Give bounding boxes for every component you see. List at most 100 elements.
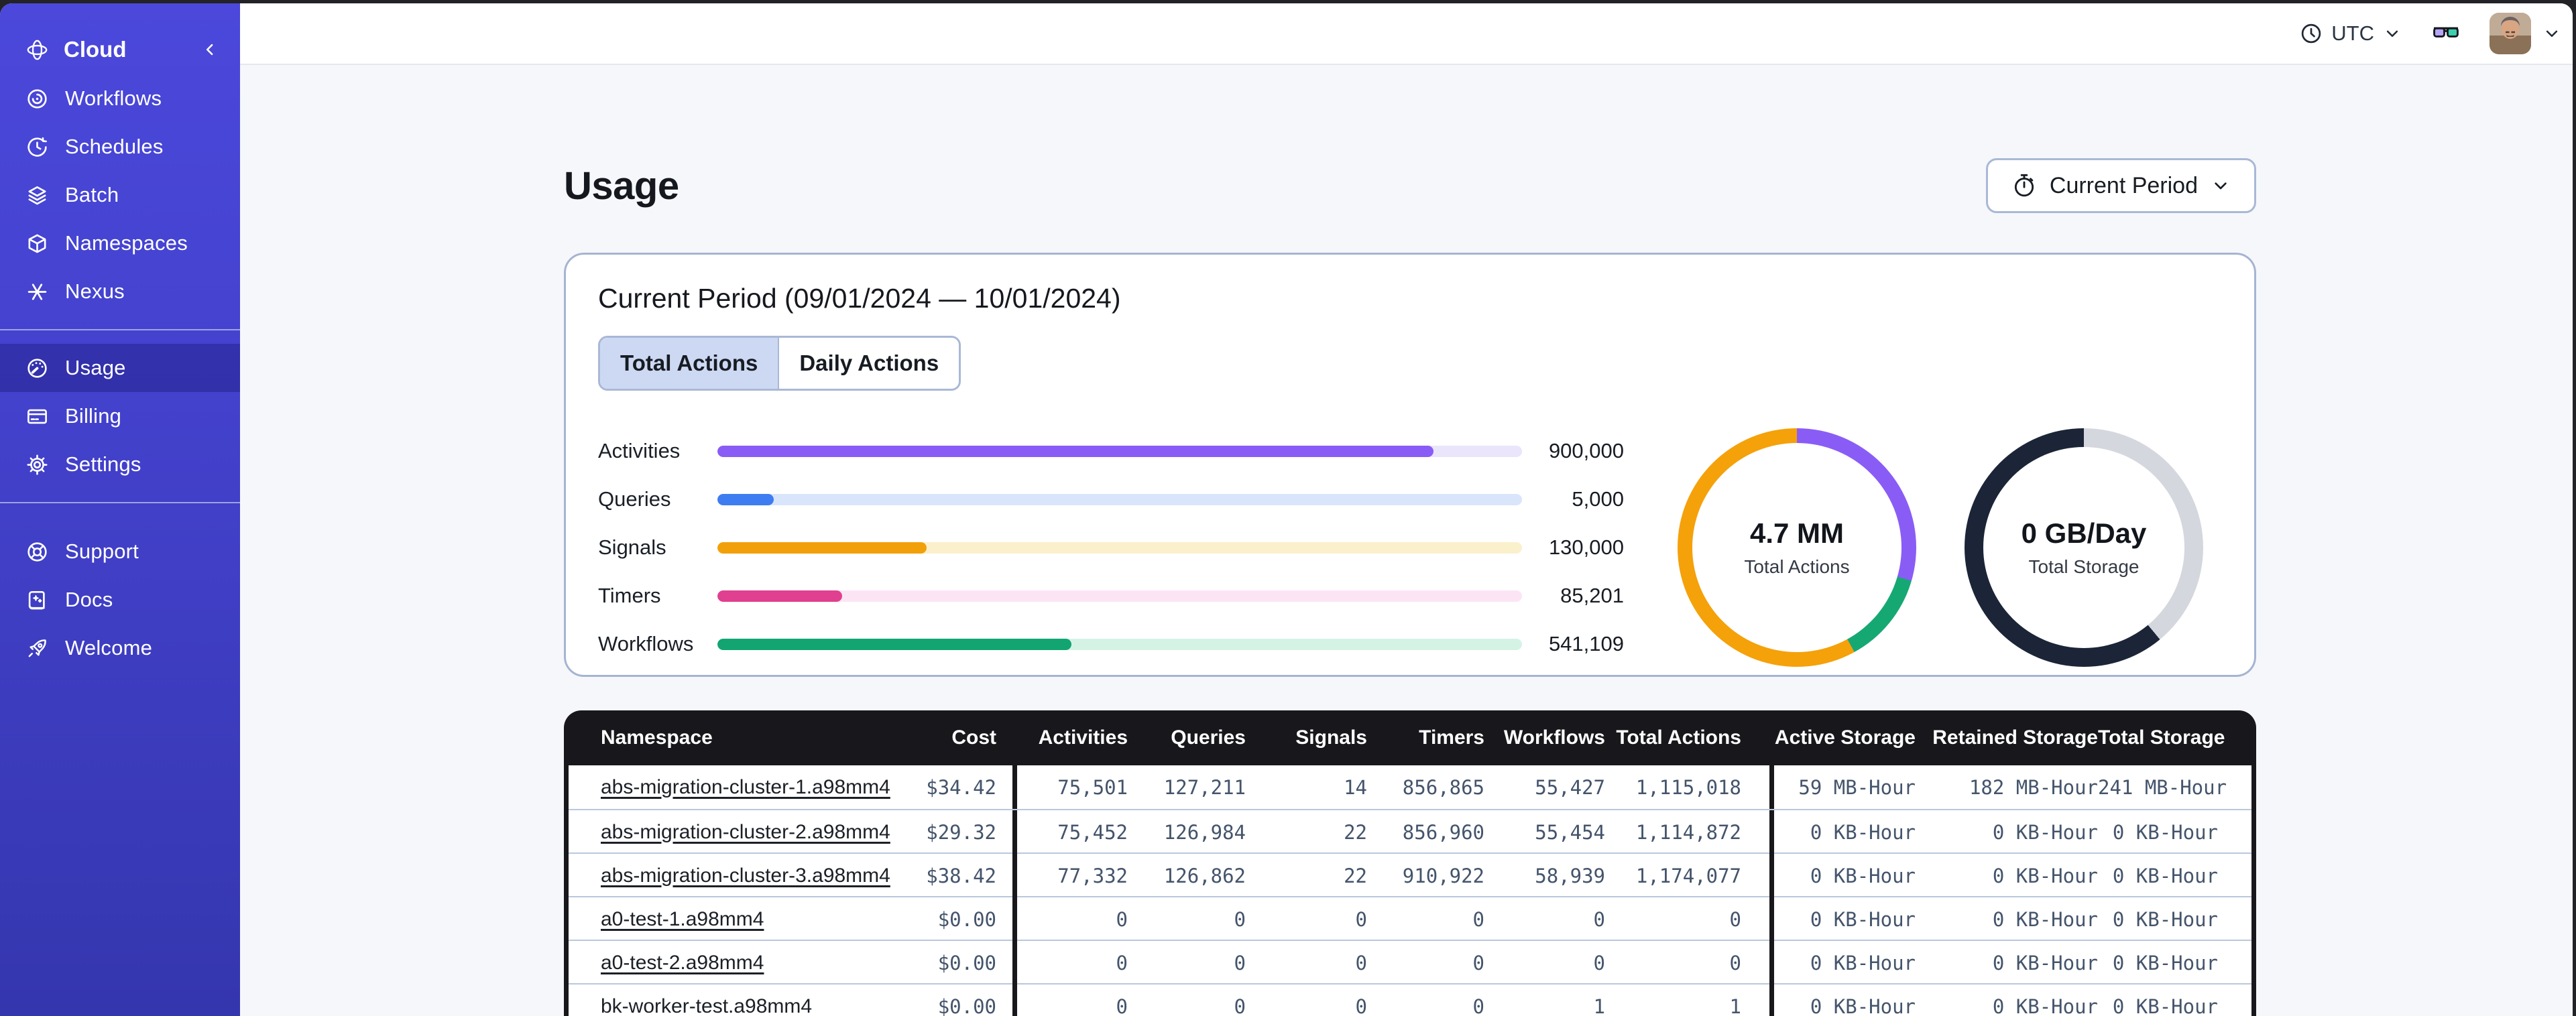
timezone-selector[interactable]: UTC [2299,21,2402,46]
sidebar-item-namespaces[interactable]: Namespaces [0,219,240,267]
column-group-divider [1012,897,1017,941]
workflows-cell: 55,454 [1535,820,1605,844]
nexus-icon [25,280,49,304]
table-row: abs-migration-cluster-2.a98mm4 $29.32 75… [569,809,2251,854]
bar-track [717,638,1522,650]
sidebar-item-label: Support [65,539,139,563]
timers-cell: 910,922 [1402,864,1484,887]
signals-cell: 14 [1344,775,1367,799]
active-storage-cell: 0 KB-Hour [1810,995,1916,1016]
tab-daily-actions[interactable]: Daily Actions [779,338,959,389]
col-header-namespace: Namespace [601,726,713,749]
total-actions-donut-chart: 4.7 MM Total Actions [1678,428,1916,667]
namespaces-icon [25,232,49,255]
namespace-link[interactable]: abs-migration-cluster-1.a98mm4 [601,776,890,798]
timers-cell: 0 [1472,951,1484,974]
bar-row-activities: Activities 900,000 [598,427,1624,475]
col-header-active-storage: Active Storage [1774,726,1916,749]
actions-tabs: Total Actions Daily Actions [598,336,961,391]
bar-label: Timers [598,584,661,607]
retained-storage-cell: 0 KB-Hour [1992,951,2098,974]
timers-cell: 0 [1472,907,1484,931]
period-selector-button[interactable]: Current Period [1985,158,2256,213]
sidebar-item-nexus[interactable]: Nexus [0,267,240,316]
sidebar-divider [0,502,240,503]
sidebar-item-docs[interactable]: Docs [0,576,240,624]
sidebar-item-label: Namespaces [65,231,188,255]
namespace-link[interactable]: bk-worker-test.a98mm4 [601,995,812,1016]
sidebar-item-label: Batch [65,183,119,206]
signals-cell: 22 [1344,864,1367,887]
workflows-icon [25,87,49,111]
total-storage-cell: 241 MB-Hour [2098,775,2227,799]
sidebar-item-batch[interactable]: Batch [0,171,240,219]
bar-row-signals: Signals 130,000 [598,523,1624,572]
period-selector-label: Current Period [2049,172,2198,198]
reader-glasses-icon[interactable] [2431,18,2461,49]
bar-row-queries: Queries 5,000 [598,475,1624,523]
table-row: a0-test-2.a98mm4 $0.00 0 0 0 0 0 0 0 KB-… [569,940,2251,985]
docs-book-icon [25,588,49,612]
queries-cell: 0 [1234,995,1246,1016]
sidebar-collapse-icon[interactable] [200,40,220,60]
cost-cell: $0.00 [937,951,996,974]
activities-cell: 0 [1116,951,1128,974]
col-header-queries: Queries [1171,726,1246,749]
active-storage-cell: 0 KB-Hour [1810,820,1916,844]
table-row: abs-migration-cluster-1.a98mm4 $34.42 75… [569,765,2251,809]
account-menu[interactable] [2490,13,2562,54]
col-header-retained-storage: Retained Storage [1932,726,2098,749]
donut-center-label: Total Storage [2028,556,2140,577]
sidebar-item-label: Usage [65,356,126,379]
bar-fill [717,590,842,602]
active-storage-cell: 59 MB-Hour [1798,775,1916,799]
tab-total-actions[interactable]: Total Actions [600,338,780,389]
batch-icon [25,184,49,207]
sidebar-item-billing[interactable]: Billing [0,392,240,440]
sidebar-item-support[interactable]: Support [0,527,240,576]
sidebar-item-workflows[interactable]: Workflows [0,74,240,123]
column-group-divider [1012,765,1017,809]
donut-center-value: 0 GB/Day [2021,517,2147,549]
queries-cell: 126,984 [1163,820,1246,844]
bar-row-timers: Timers 85,201 [598,572,1624,620]
retained-storage-cell: 0 KB-Hour [1992,820,2098,844]
sidebar-item-label: Settings [65,452,141,476]
namespace-usage-table: Namespace Cost Activities Queries Signal… [564,710,2256,1016]
activities-cell: 0 [1116,907,1128,931]
table-row: bk-worker-test.a98mm4 $0.00 0 0 0 0 1 1 … [569,983,2251,1016]
workflows-cell: 0 [1593,907,1605,931]
cost-cell: $38.42 [926,864,996,887]
retained-storage-cell: 0 KB-Hour [1992,907,2098,931]
chevron-down-icon [2542,23,2562,44]
namespace-link[interactable]: a0-test-2.a98mm4 [601,952,764,974]
bar-fill [717,542,927,554]
sidebar-brand[interactable]: Cloud [0,25,240,74]
column-group-divider [1012,941,1017,985]
namespace-link[interactable]: abs-migration-cluster-3.a98mm4 [601,865,890,887]
clock-icon [2299,21,2323,46]
signals-cell: 0 [1355,951,1367,974]
bar-track [717,445,1522,457]
usage-page: Usage Current Period Current Period (09/… [564,65,2256,1016]
sidebar-item-schedules[interactable]: Schedules [0,123,240,171]
bar-label: Workflows [598,632,694,655]
bar-track [717,493,1522,505]
active-storage-cell: 0 KB-Hour [1810,907,1916,931]
retained-storage-cell: 0 KB-Hour [1992,995,2098,1016]
sidebar-item-usage[interactable]: Usage [0,344,240,392]
sidebar: Cloud Workflows Schedules Batch Namespac… [0,3,240,1016]
settings-gear-icon [25,453,49,477]
bar-value: 5,000 [1572,487,1624,511]
bar-value: 900,000 [1548,439,1624,462]
namespace-link[interactable]: a0-test-1.a98mm4 [601,908,764,930]
total-storage-cell: 0 KB-Hour [2112,907,2218,931]
column-group-divider [1012,985,1017,1016]
namespace-link[interactable]: abs-migration-cluster-2.a98mm4 [601,821,890,843]
avatar [2490,13,2531,54]
sidebar-item-settings[interactable]: Settings [0,440,240,489]
sidebar-item-welcome[interactable]: Welcome [0,624,240,672]
donut-center-value: 4.7 MM [1749,517,1845,549]
column-group-divider [1769,810,1774,854]
chevron-down-icon [2382,23,2402,44]
